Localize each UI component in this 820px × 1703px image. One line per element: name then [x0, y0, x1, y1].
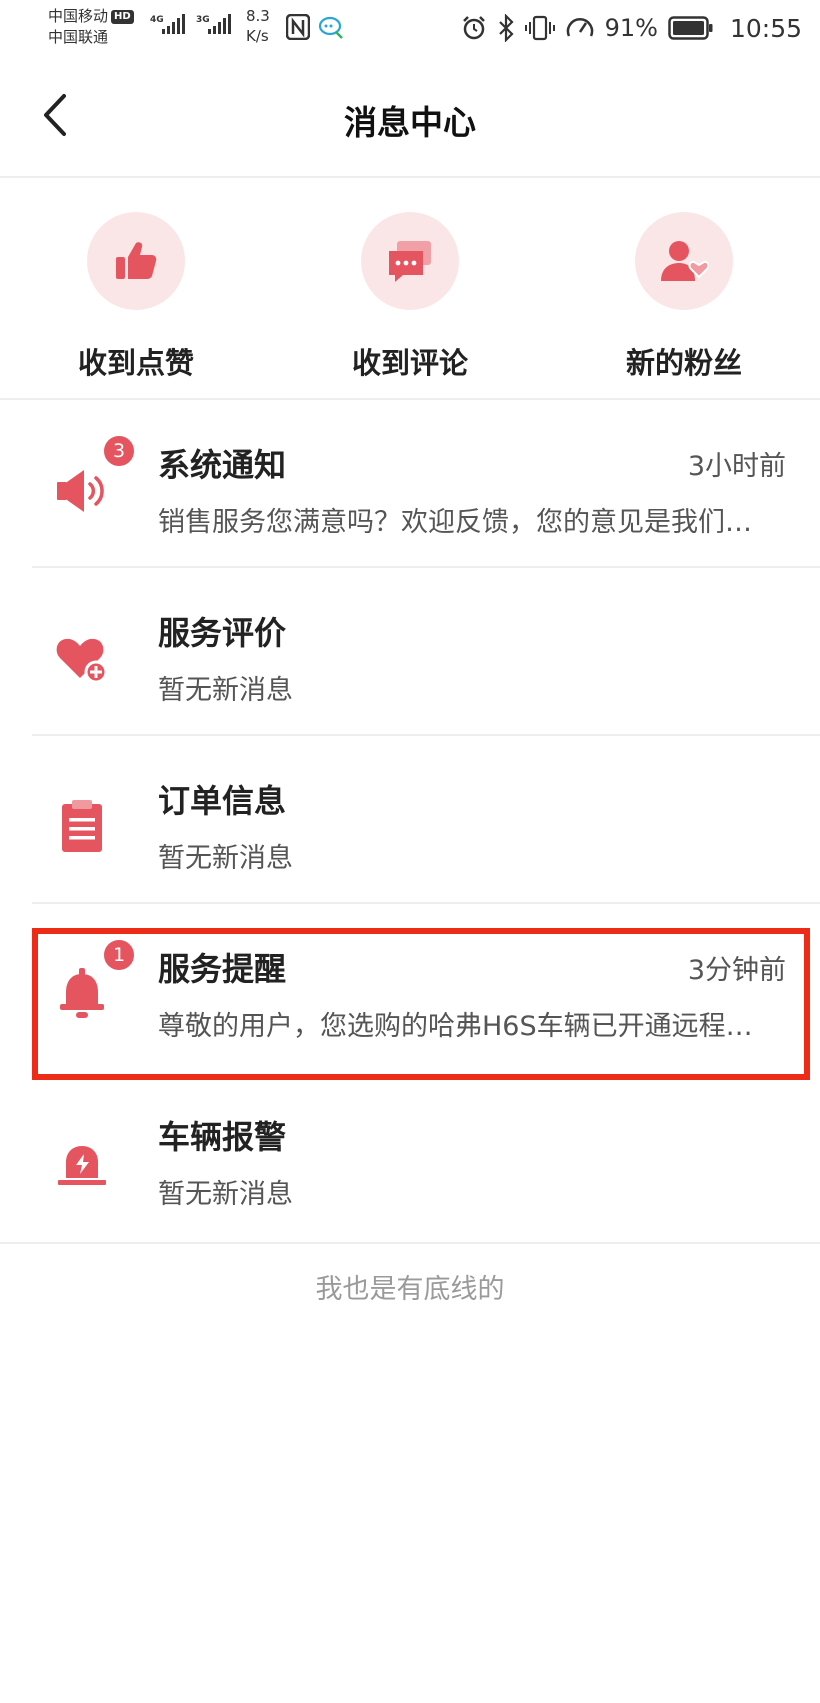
bell-icon — [60, 968, 104, 1018]
message-preview: 销售服务您满意吗？欢迎反馈，您的意见是我们进步的动力 — [158, 507, 778, 538]
message-title: 订单信息 — [158, 782, 287, 820]
message-item-service-evaluation[interactable]: 服务评价 暂无新消息 — [0, 568, 820, 736]
message-title: 车辆报警 — [158, 1118, 287, 1156]
carrier-info: 中国移动 HD 中国联通 — [48, 6, 134, 48]
thumbs-up-icon — [116, 242, 157, 279]
alarm-icon — [462, 16, 485, 40]
message-title: 系统通知 — [158, 446, 287, 484]
quick-action-icon-bg — [635, 212, 733, 310]
clock: 10:55 — [729, 13, 802, 43]
comment-icon — [389, 241, 431, 282]
svg-text:4G: 4G — [150, 15, 164, 25]
bluetooth-icon — [498, 14, 514, 42]
message-preview: 暂无新消息 — [158, 675, 293, 706]
status-bar: 中国移动 HD 中国联通 4G 3G 8.3 K/s 91% 10:55 — [0, 0, 820, 58]
quick-action-comments[interactable]: 收到评论 — [300, 212, 520, 382]
header-bar: 消息中心 — [0, 58, 820, 178]
quick-action-icon-bg — [87, 212, 185, 310]
quick-action-label: 收到点赞 — [77, 346, 194, 380]
nfc-icon — [286, 14, 310, 40]
carrier-secondary: 中国联通 — [48, 28, 109, 46]
message-time: 3分钟前 — [687, 955, 786, 986]
chat-app-icon — [318, 16, 343, 39]
quick-action-icon-bg — [361, 212, 459, 310]
carrier-primary: 中国移动 — [48, 7, 109, 25]
unread-badge: 1 — [102, 938, 136, 972]
quick-action-likes[interactable]: 收到点赞 — [26, 212, 246, 382]
new-follower-icon — [661, 241, 709, 281]
alarm-light-icon — [58, 1146, 106, 1185]
quick-actions: 收到点赞 收到评论 新的粉丝 — [0, 178, 820, 400]
message-list: 3 系统通知 3小时前 销售服务您满意吗？欢迎反馈，您的意见是我们进步的动力 服… — [0, 400, 820, 1240]
end-of-list-text: 我也是有底线的 — [315, 1274, 505, 1305]
unread-badge: 3 — [102, 434, 136, 468]
clipboard-icon — [62, 800, 102, 852]
heart-plus-icon — [56, 638, 108, 684]
signal-3g-icon: 3G — [196, 14, 231, 34]
message-item-order-info[interactable]: 订单信息 暂无新消息 — [0, 736, 820, 904]
quick-action-label: 新的粉丝 — [625, 346, 742, 380]
vibrate-icon — [524, 15, 555, 41]
signal-4g-icon: 4G — [150, 14, 185, 34]
message-preview: 尊敬的用户，您选购的哈弗H6S车辆已开通远程服务功能 — [158, 1011, 778, 1042]
speedometer-icon — [566, 18, 593, 37]
svg-text:3G: 3G — [196, 15, 210, 25]
message-preview: 暂无新消息 — [158, 1179, 293, 1210]
message-time: 3小时前 — [687, 451, 786, 482]
page-title: 消息中心 — [344, 103, 476, 142]
network-speed: 8.3 K/s — [246, 7, 270, 45]
message-item-system-notice[interactable]: 3 系统通知 3小时前 销售服务您满意吗？欢迎反馈，您的意见是我们进步的动力 — [0, 400, 820, 568]
list-bottom-divider — [0, 1242, 820, 1244]
message-title: 服务评价 — [158, 614, 287, 652]
message-title: 服务提醒 — [158, 950, 287, 988]
quick-action-label: 收到评论 — [351, 346, 468, 380]
message-preview: 暂无新消息 — [158, 843, 293, 874]
battery-icon — [668, 16, 713, 40]
status-right: 91% 10:55 — [461, 10, 802, 46]
hd-badge: HD — [111, 10, 134, 24]
speaker-icon — [57, 470, 104, 512]
message-item-service-reminder[interactable]: 1 服务提醒 3分钟前 尊敬的用户，您选购的哈弗H6S车辆已开通远程服务功能 — [0, 904, 820, 1072]
message-item-vehicle-alarm[interactable]: 车辆报警 暂无新消息 — [0, 1072, 820, 1240]
battery-percent: 91% — [604, 14, 658, 42]
quick-action-followers[interactable]: 新的粉丝 — [574, 212, 794, 382]
